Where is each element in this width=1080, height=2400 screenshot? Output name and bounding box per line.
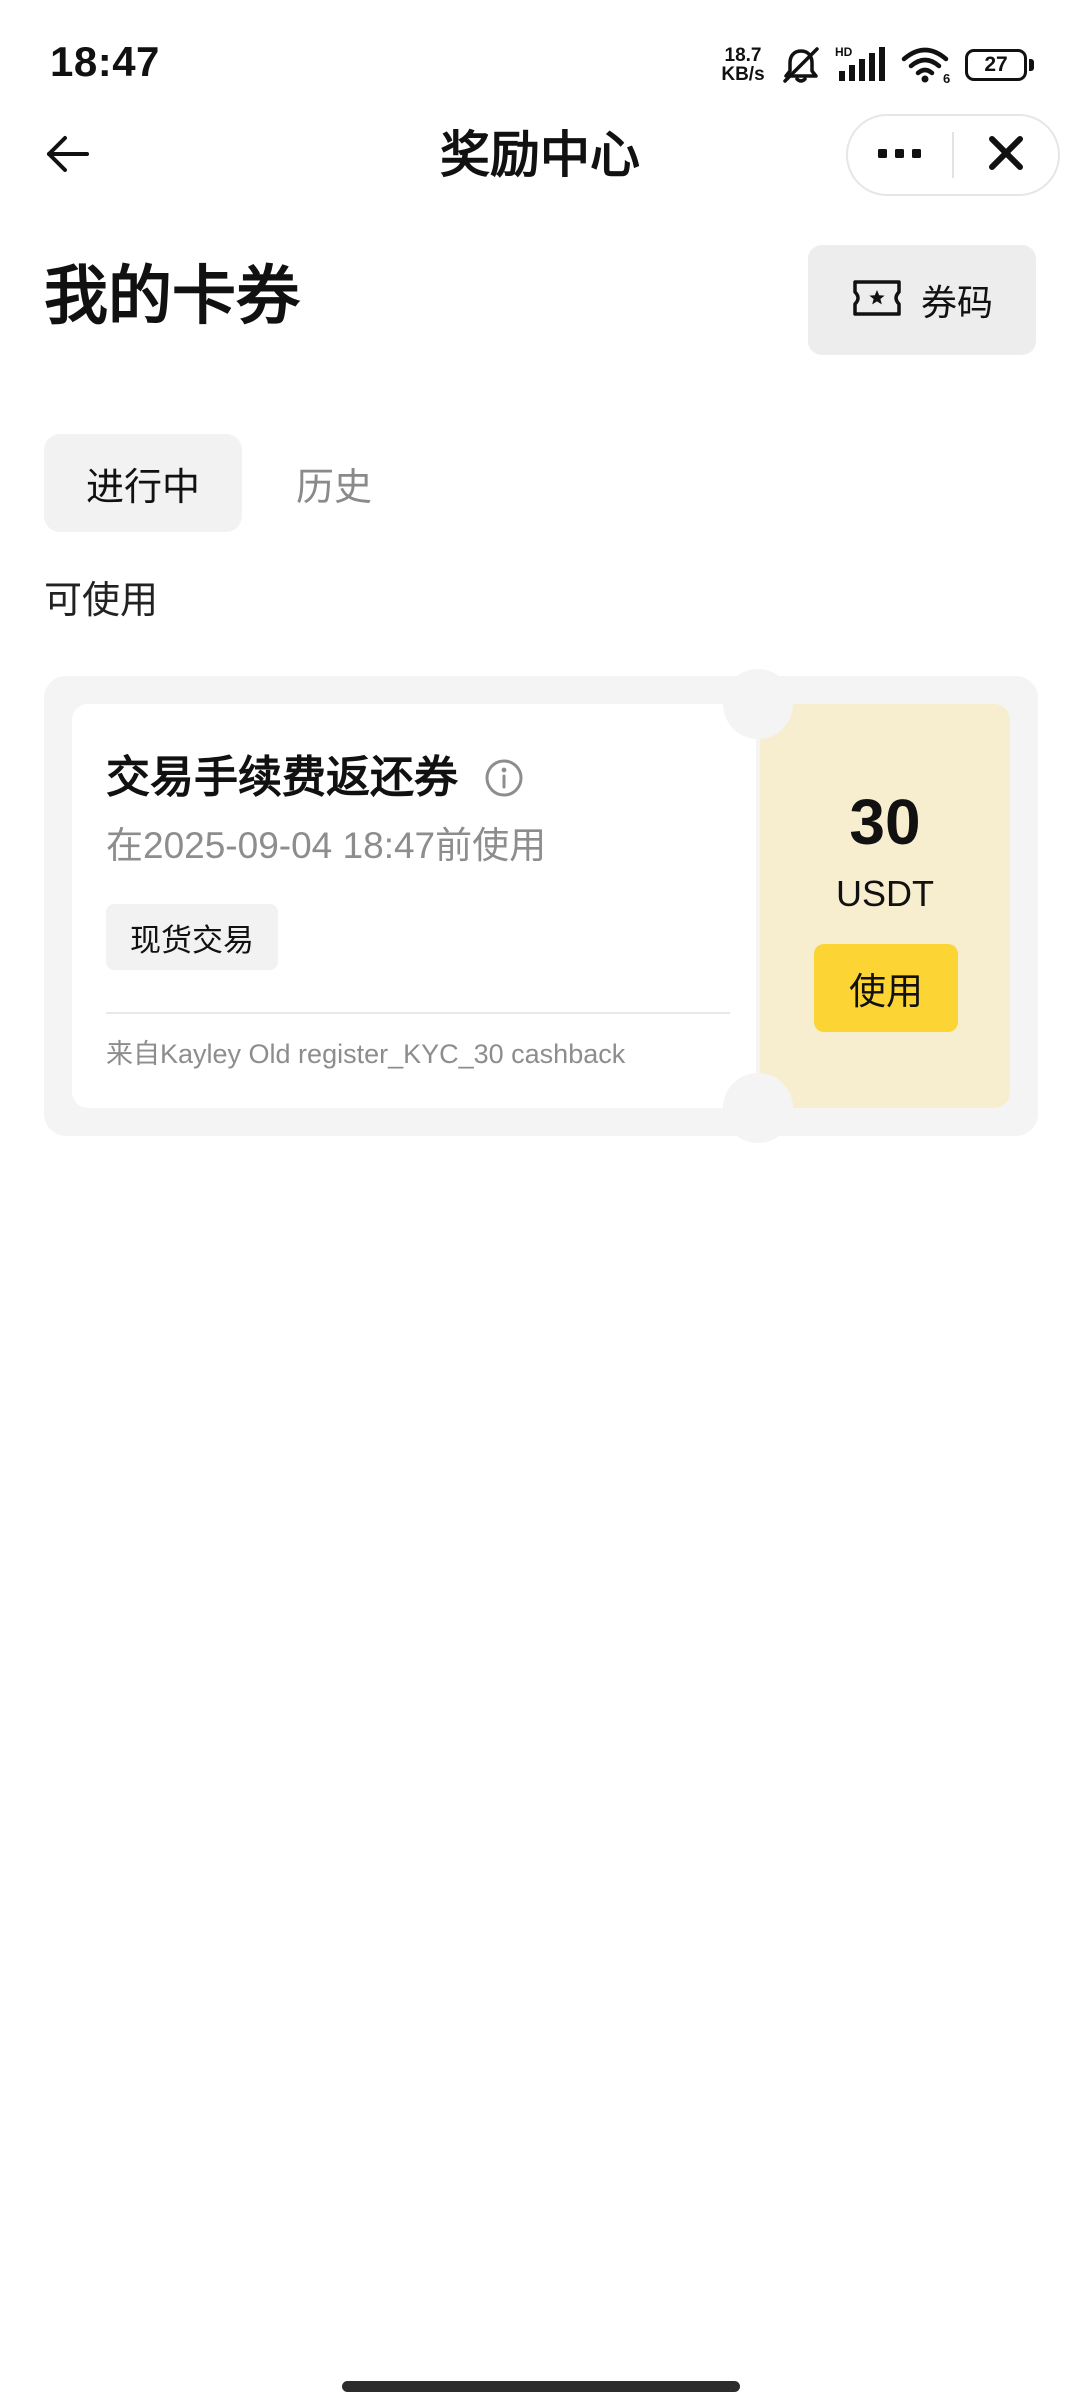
home-indicator[interactable]: [342, 2381, 740, 2392]
nav-bar: 奖励中心: [0, 110, 1080, 200]
voucher-code-label: 券码: [920, 282, 993, 323]
coupon-value-panel: 30 USDT 使用: [760, 704, 1010, 1108]
tab-history[interactable]: 历史: [254, 434, 414, 532]
network-speed-value: 18.7: [724, 45, 762, 66]
coupon-notch-bottom: [723, 1073, 793, 1143]
coupon-divider: [106, 1012, 730, 1014]
more-button[interactable]: [848, 116, 952, 194]
wifi-label: 6: [943, 71, 950, 85]
voucher-code-button[interactable]: 券码: [808, 245, 1036, 355]
signal-icon: HD: [835, 45, 889, 85]
section-label-available: 可使用: [44, 580, 159, 622]
coupon-amount: 30: [849, 786, 921, 858]
battery-icon: 27: [965, 49, 1034, 81]
coupon-expiry: 在2025-09-04 18:47前使用: [106, 825, 547, 866]
coupon-title: 交易手续费返还券: [106, 753, 458, 802]
network-speed: 18.7 KB/s: [719, 46, 767, 84]
signal-hd-label: HD: [835, 45, 853, 59]
coupon-card: 交易手续费返还券 在2025-09-04 18:47前使用 现货交易 来自Kay…: [44, 669, 1038, 1143]
arrow-left-icon: [45, 134, 91, 179]
close-icon: [986, 133, 1026, 178]
coupon-details: 交易手续费返还券 在2025-09-04 18:47前使用 现货交易 来自Kay…: [72, 704, 756, 1108]
coupon-source: 来自Kayley Old register_KYC_30 cashback: [106, 1039, 626, 1069]
close-button[interactable]: [954, 116, 1058, 194]
battery-level: 27: [965, 49, 1027, 81]
page-title: 我的卡券: [44, 260, 300, 332]
coupon-notch-top: [723, 669, 793, 739]
status-bar: 18:47 18.7 KB/s HD 6 27: [0, 0, 1080, 120]
status-icons: 18.7 KB/s HD 6 27: [719, 40, 1034, 90]
coupon-unit: USDT: [836, 873, 934, 914]
use-button[interactable]: 使用: [814, 944, 958, 1032]
coupon-title-row: 交易手续费返还券: [106, 748, 524, 808]
ticket-star-icon: [851, 278, 903, 323]
coupon-tag: 现货交易: [106, 904, 278, 970]
tab-bar: 进行中 历史: [44, 434, 414, 532]
status-time: 18:47: [50, 38, 160, 85]
mute-icon: [779, 45, 823, 85]
tab-in-progress[interactable]: 进行中: [44, 434, 243, 532]
network-speed-unit: KB/s: [721, 64, 765, 85]
info-icon[interactable]: [484, 758, 524, 798]
wifi-icon: 6: [901, 45, 953, 85]
mini-program-capsule: [846, 114, 1060, 196]
more-dots-icon: [876, 146, 924, 165]
back-button[interactable]: [40, 128, 96, 184]
